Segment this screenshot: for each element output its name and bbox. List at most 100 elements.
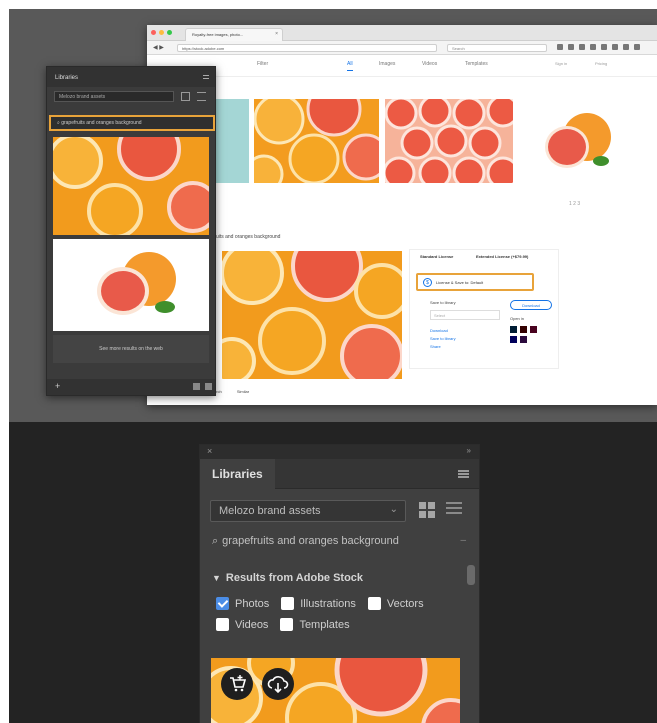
toolbar-icon[interactable] [634, 44, 640, 50]
vectors-label: Vectors [386, 597, 424, 610]
nav-tab-videos[interactable]: Videos [422, 61, 437, 67]
nav-tab-images[interactable]: Images [379, 61, 395, 67]
chevron-down-icon: ▼ [212, 573, 221, 583]
toolbar-icon[interactable] [590, 44, 596, 50]
save-library-link[interactable]: Save to library [430, 336, 456, 341]
grid-view-icon[interactable] [181, 92, 190, 101]
after-effects-icon[interactable] [520, 336, 527, 343]
back-forward-icon[interactable]: ◀ ▶ [153, 44, 164, 51]
search-input[interactable]: ⌕ grapefruits and oranges background – [210, 531, 470, 553]
filter-vectors[interactable]: Vectors [367, 597, 424, 610]
vectors-checkbox[interactable] [367, 597, 381, 610]
trash-icon[interactable] [205, 383, 212, 390]
stock-result-image[interactable] [211, 658, 460, 723]
small-search-input[interactable]: ⌕ grapefruits and oranges background [49, 115, 215, 131]
open-in-label: Open in [510, 316, 525, 321]
library-select-value: Melozo brand assets [219, 505, 321, 517]
close-window-icon[interactable] [151, 30, 156, 35]
grapefruit-slices-image [385, 99, 513, 183]
panel-top-strip: × » [200, 445, 479, 459]
videos-checkbox[interactable] [216, 618, 229, 631]
grid-view-icon[interactable] [419, 502, 435, 518]
url-field[interactable]: https://stock.adobe.com [177, 44, 437, 52]
small-search-value: grapefruits and oranges background [61, 120, 142, 126]
toolbar-icon[interactable] [623, 44, 629, 50]
library-dropdown[interactable]: Select [430, 310, 500, 320]
minimize-window-icon[interactable] [159, 30, 164, 35]
license-save-button[interactable]: $ License & Save to: Default [416, 273, 534, 291]
pagination[interactable]: 1 2 3 [569, 201, 580, 207]
illustrator-icon[interactable] [520, 326, 527, 333]
close-icon[interactable]: × [207, 446, 212, 456]
share-link[interactable]: Share [430, 344, 441, 349]
indesign-icon[interactable] [530, 326, 537, 333]
libraries-panel: × » Libraries Melozo brand assets ⌄ ⌕ gra… [199, 444, 480, 723]
toolbar-icon[interactable] [557, 44, 563, 50]
results-header[interactable]: ▼ Results from Adobe Stock [212, 572, 363, 584]
menu-icon[interactable] [203, 75, 209, 79]
standard-license-tab[interactable]: Standard License [420, 254, 453, 259]
library-icon: $ [423, 278, 432, 287]
browser-tabbar: Royalty-free images, photo... × [147, 25, 657, 41]
cloud-icon[interactable] [193, 383, 200, 390]
photos-checkbox[interactable] [216, 597, 229, 610]
add-icon[interactable]: + [55, 381, 60, 391]
libraries-tab[interactable]: Libraries [200, 459, 275, 489]
cloud-save-icon[interactable] [262, 668, 294, 700]
list-view-icon[interactable] [446, 502, 462, 518]
toolbar-icons [557, 44, 640, 50]
small-result-oranges[interactable] [53, 137, 209, 235]
see-more-results-button[interactable]: See more results on the web [53, 335, 209, 363]
maximize-window-icon[interactable] [167, 30, 172, 35]
oranges-image [254, 99, 379, 183]
illustrations-label: Illustrations [300, 597, 356, 610]
photoshop-icon[interactable] [510, 326, 517, 333]
pricing-link[interactable]: Pricing [595, 61, 607, 66]
result-thumbnail-oranges[interactable] [254, 99, 379, 183]
result-thumbnail-grapefruit-slices[interactable] [385, 99, 513, 183]
tab-close-icon[interactable]: × [275, 31, 278, 37]
oranges-detail-image [222, 251, 402, 379]
filter-templates[interactable]: Templates [280, 618, 350, 631]
browser-tab[interactable]: Royalty-free images, photo... × [185, 28, 283, 41]
filter-row-2: Videos Templates [216, 618, 362, 631]
filter-link[interactable]: Filter [257, 61, 268, 67]
download-button[interactable]: Download [510, 300, 552, 310]
filter-illustrations[interactable]: Illustrations [281, 597, 356, 610]
save-to-label: Save to library [430, 300, 456, 305]
illustrations-checkbox[interactable] [281, 597, 295, 610]
small-result-grapefruit[interactable] [53, 239, 209, 331]
scrollbar[interactable] [467, 565, 475, 585]
collapse-icon[interactable]: » [467, 446, 471, 455]
panel-header: Libraries [200, 459, 479, 489]
menu-icon[interactable] [458, 470, 469, 478]
search-options-icon[interactable]: – [460, 535, 466, 546]
extended-license-tab[interactable]: Extended License (+$79.99) [476, 254, 528, 259]
results-header-label: Results from Adobe Stock [225, 572, 364, 584]
toolbar-icon[interactable] [601, 44, 607, 50]
nav-tab-all[interactable]: All [347, 61, 353, 71]
sign-in-link[interactable]: Sign in [555, 61, 567, 66]
search-icon: ⌕ [212, 535, 219, 547]
filter-photos[interactable]: Photos [216, 597, 269, 610]
bottom-scene: × » Libraries Melozo brand assets ⌄ ⌕ gra… [9, 422, 657, 723]
templates-checkbox[interactable] [280, 618, 294, 631]
list-view-icon[interactable] [197, 92, 206, 101]
license-save-label: License & Save to: Default [436, 280, 484, 285]
result-thumbnail-grapefruit[interactable] [519, 99, 629, 183]
toolbar-icon[interactable] [568, 44, 574, 50]
premiere-icon[interactable] [510, 336, 517, 343]
small-library-select[interactable]: Melozo brand assets [54, 91, 174, 102]
search-value: grapefruits and oranges background [222, 535, 399, 547]
license-cart-icon[interactable] [221, 668, 253, 700]
toolbar-icon[interactable] [612, 44, 618, 50]
similar-tab[interactable]: Similar [237, 389, 249, 394]
library-select[interactable]: Melozo brand assets ⌄ [210, 500, 406, 522]
download-link[interactable]: Download [430, 328, 448, 333]
browser-search-field[interactable]: Search [447, 44, 547, 52]
filter-videos[interactable]: Videos [216, 618, 268, 631]
photos-label: Photos [235, 597, 270, 610]
stock-nav: Filter All Images Videos Templates Sign … [147, 55, 657, 77]
nav-tab-templates[interactable]: Templates [465, 61, 488, 67]
toolbar-icon[interactable] [579, 44, 585, 50]
